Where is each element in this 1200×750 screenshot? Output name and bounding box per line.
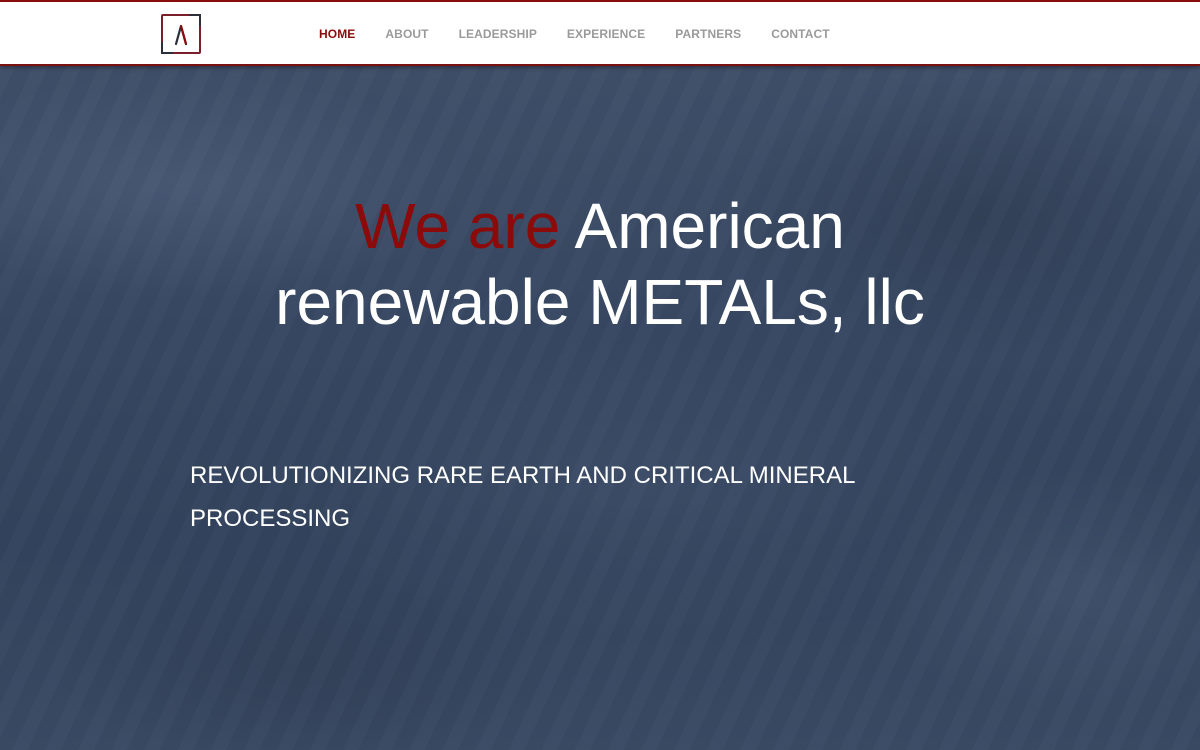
hero-tagline: REVOLUTIONIZING RARE EARTH AND CRITICAL … bbox=[190, 462, 855, 532]
nav-experience[interactable]: EXPERIENCE bbox=[567, 27, 645, 41]
main-nav: HOME ABOUT LEADERSHIP EXPERIENCE PARTNER… bbox=[319, 2, 860, 66]
nav-about[interactable]: ABOUT bbox=[385, 27, 428, 41]
nav-home[interactable]: HOME bbox=[319, 27, 355, 41]
site-header: HOME ABOUT LEADERSHIP EXPERIENCE PARTNER… bbox=[0, 0, 1200, 66]
hero-background-texture bbox=[0, 66, 1200, 750]
hero-section: We are American renewable METALs, llc RE… bbox=[0, 66, 1200, 750]
hero-headline: We are American renewable METALs, llc bbox=[250, 188, 950, 340]
logo-link[interactable] bbox=[161, 14, 201, 54]
nav-partners[interactable]: PARTNERS bbox=[675, 27, 741, 41]
page: HOME ABOUT LEADERSHIP EXPERIENCE PARTNER… bbox=[0, 0, 1200, 750]
nav-contact[interactable]: CONTACT bbox=[771, 27, 829, 41]
nav-leadership[interactable]: LEADERSHIP bbox=[459, 27, 537, 41]
hero-headline-accent: We are bbox=[355, 190, 561, 262]
angle-mark-logo-icon bbox=[161, 14, 201, 54]
